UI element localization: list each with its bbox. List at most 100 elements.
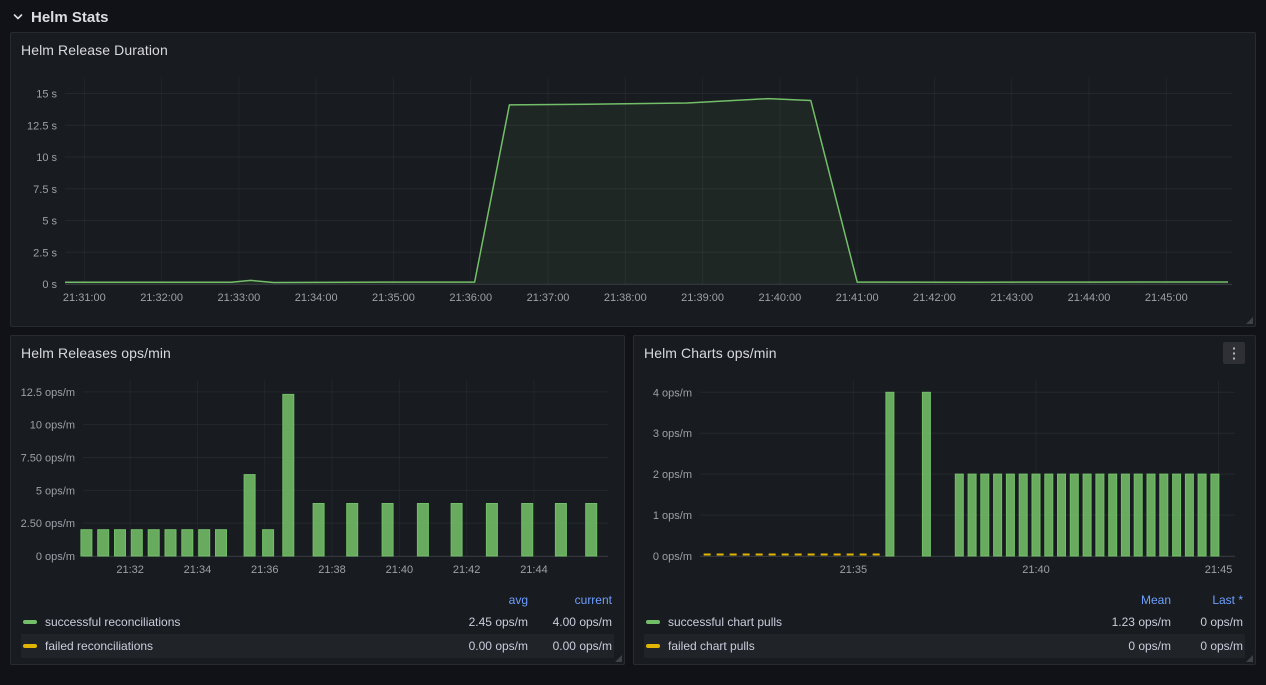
y-axis-tick-label: 5 ops/m xyxy=(36,485,75,497)
y-axis-tick-label: 12.5 s xyxy=(27,120,57,132)
x-axis-tick-label: 21:32:00 xyxy=(140,292,183,304)
panel-title[interactable]: Helm Charts ops/min xyxy=(644,345,777,361)
x-axis-tick-label: 21:40 xyxy=(1022,564,1050,576)
row-title: Helm Stats xyxy=(31,9,109,26)
bar xyxy=(994,474,1002,556)
x-axis-tick-label: 21:38 xyxy=(318,564,346,576)
x-axis-tick-label: 21:40:00 xyxy=(758,292,801,304)
x-axis-tick-label: 21:36:00 xyxy=(449,292,492,304)
legend-row-successful-chart-pulls: successful chart pulls 1.23 ops/m 0 ops/… xyxy=(644,610,1245,634)
bar xyxy=(1134,474,1142,556)
bar xyxy=(522,504,533,557)
panel-resize-handle[interactable] xyxy=(1246,317,1253,324)
bar xyxy=(313,504,324,557)
x-axis-tick-label: 21:37:00 xyxy=(527,292,570,304)
bar xyxy=(182,530,193,556)
x-axis-tick-label: 21:45:00 xyxy=(1145,292,1188,304)
row-header-helm-stats[interactable]: Helm Stats xyxy=(10,0,1256,32)
bar xyxy=(244,475,255,556)
legend-value-current: 0.00 ops/m xyxy=(530,639,614,653)
bar xyxy=(586,504,597,557)
bar xyxy=(1032,474,1040,556)
y-axis-tick-label: 2.5 s xyxy=(33,247,57,259)
bar xyxy=(216,530,227,556)
bar xyxy=(382,504,393,557)
x-axis-tick-label: 21:35:00 xyxy=(372,292,415,304)
panel-resize-handle[interactable] xyxy=(1246,655,1253,662)
panel-helm-releases-ops: Helm Releases ops/min 0 ops/m 2.50 ops/m 5… xyxy=(10,335,625,665)
x-axis-tick-label: 21:32 xyxy=(116,564,144,576)
bar xyxy=(1147,474,1155,556)
panel-title[interactable]: Helm Releases ops/min xyxy=(21,345,171,361)
bar xyxy=(886,392,894,556)
legend-header-row: avg current xyxy=(21,590,614,610)
bar xyxy=(922,392,930,556)
x-axis-tick-label: 21:41:00 xyxy=(836,292,879,304)
bar xyxy=(981,474,989,556)
bar xyxy=(148,530,159,556)
series-color-swatch xyxy=(23,620,37,624)
bar xyxy=(1019,474,1027,556)
panel-helm-release-duration: Helm Release Duration 0 s2.5 s5 s7.5 s10… xyxy=(10,32,1256,327)
series-color-swatch xyxy=(646,644,660,648)
x-axis-tick-label: 21:44:00 xyxy=(1068,292,1111,304)
legend-row-failed-reconciliations: failed reconciliations 0.00 ops/m 0.00 o… xyxy=(21,634,614,658)
bar xyxy=(968,474,976,556)
y-axis-tick-label: 0 ops/m xyxy=(36,551,75,563)
x-axis-tick-label: 21:35 xyxy=(840,564,868,576)
legend-label[interactable]: failed chart pulls xyxy=(644,639,1061,653)
x-axis-tick-label: 21:33:00 xyxy=(217,292,260,304)
y-axis-tick-label: 12.5 ops/m xyxy=(21,387,75,399)
x-axis-tick-label: 21:31:00 xyxy=(63,292,106,304)
panel-menu-kebab-icon[interactable]: ⋮ xyxy=(1223,342,1245,364)
panel-resize-handle[interactable] xyxy=(615,655,622,662)
x-axis-tick-label: 21:38:00 xyxy=(604,292,647,304)
bar xyxy=(131,530,142,556)
bar xyxy=(955,474,963,556)
bar xyxy=(1198,474,1206,556)
panel-helm-charts-ops: Helm Charts ops/min ⋮ 0 ops/m1 ops/m2 op… xyxy=(633,335,1256,665)
bar xyxy=(1070,474,1078,556)
bar xyxy=(1185,474,1193,556)
legend-value-last: 0 ops/m xyxy=(1173,615,1245,629)
x-axis-tick-label: 21:34 xyxy=(184,564,212,576)
legend-row-successful-reconciliations: successful reconciliations 2.45 ops/m 4.… xyxy=(21,610,614,634)
x-axis-tick-label: 21:43:00 xyxy=(990,292,1033,304)
legend-value-mean: 0 ops/m xyxy=(1061,639,1173,653)
legend-label[interactable]: failed reconciliations xyxy=(21,639,430,653)
bar xyxy=(1058,474,1066,556)
x-axis-tick-label: 21:34:00 xyxy=(295,292,338,304)
bar-chart-helm-releases[interactable]: 0 ops/m2.50 ops/m5 ops/m7.50 ops/m10 ops… xyxy=(11,370,624,582)
legend-label[interactable]: successful chart pulls xyxy=(644,615,1061,629)
x-axis-tick-label: 21:39:00 xyxy=(681,292,724,304)
legend-header-avg[interactable]: avg xyxy=(430,593,530,607)
bar xyxy=(165,530,176,556)
legend-header-current[interactable]: current xyxy=(530,593,614,607)
bar xyxy=(1160,474,1168,556)
bar xyxy=(1096,474,1104,556)
panel-title[interactable]: Helm Release Duration xyxy=(21,42,168,58)
series-color-swatch xyxy=(646,620,660,624)
x-axis-tick-label: 21:42:00 xyxy=(913,292,956,304)
y-axis-tick-label: 3 ops/m xyxy=(653,428,692,440)
panel-header: Helm Charts ops/min ⋮ xyxy=(634,336,1255,370)
bar xyxy=(1083,474,1091,556)
chevron-down-icon xyxy=(12,11,24,23)
bar xyxy=(417,504,428,557)
legend-header-row: Mean Last * xyxy=(644,590,1245,610)
y-axis-tick-label: 2.50 ops/m xyxy=(21,518,75,530)
bar xyxy=(347,504,358,557)
x-axis-tick-label: 21:42 xyxy=(453,564,481,576)
legend-value-mean: 1.23 ops/m xyxy=(1061,615,1173,629)
time-series-chart-release-duration[interactable]: 0 s2.5 s5 s7.5 s10 s12.5 s15 s21:31:0021… xyxy=(11,67,1255,310)
dashboard: Helm Stats Helm Release Duration 0 s2.5 … xyxy=(0,0,1266,665)
legend-header-mean[interactable]: Mean xyxy=(1061,593,1173,607)
legend-label[interactable]: successful reconciliations xyxy=(21,615,430,629)
bar-chart-helm-charts[interactable]: 0 ops/m1 ops/m2 ops/m3 ops/m4 ops/m21:35… xyxy=(634,370,1255,582)
y-axis-tick-label: 1 ops/m xyxy=(653,510,692,522)
legend-value-current: 4.00 ops/m xyxy=(530,615,614,629)
legend-header-last[interactable]: Last * xyxy=(1173,593,1245,607)
x-axis-tick-label: 21:40 xyxy=(386,564,414,576)
legend-value-avg: 2.45 ops/m xyxy=(430,615,530,629)
bar xyxy=(115,530,126,556)
